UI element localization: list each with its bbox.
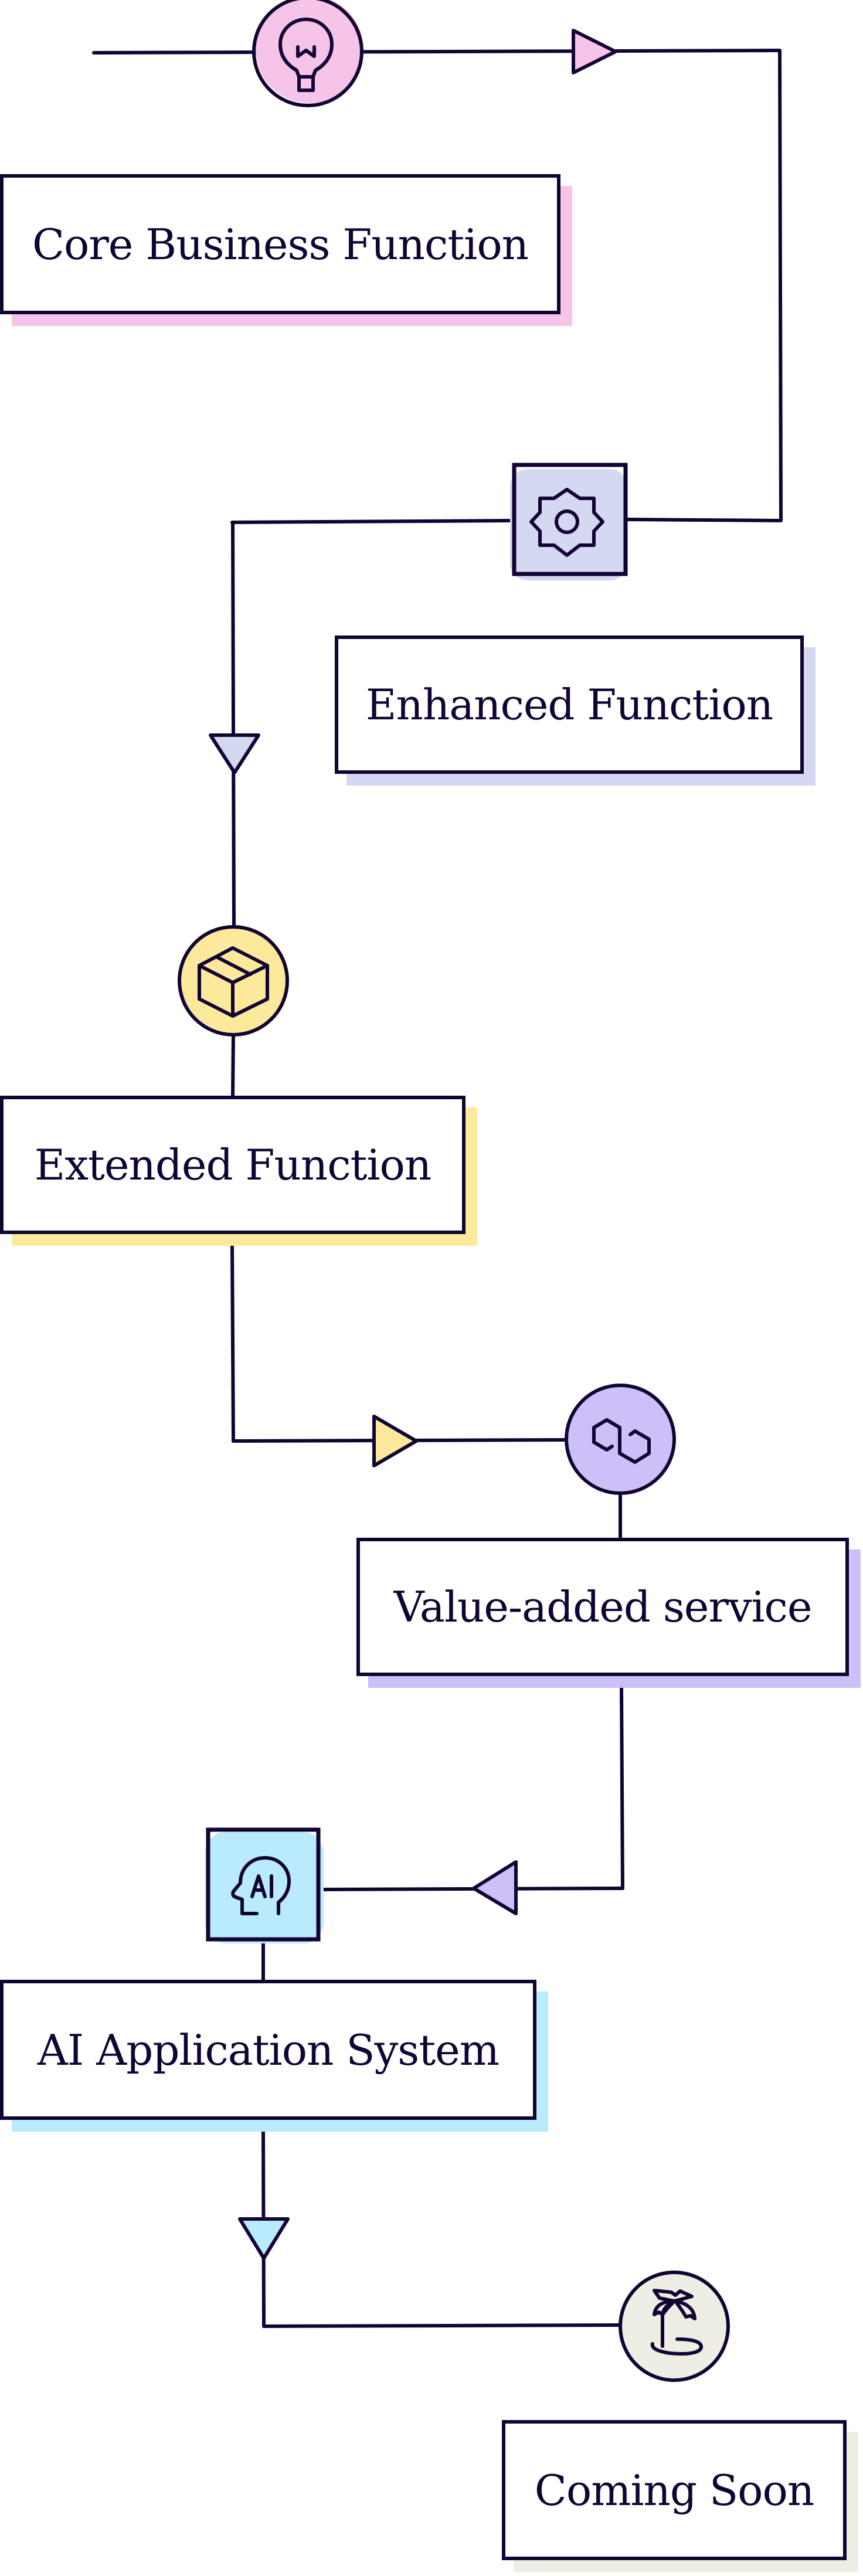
connector-ai-soon-right — [262, 2323, 622, 2328]
polygon-node — [565, 1384, 676, 1495]
step-box-enhanced-function[interactable]: Enhanced Function — [335, 635, 804, 774]
connector-value-ai-left — [317, 1887, 624, 1891]
package-node — [178, 925, 289, 1036]
connector-enhanced-extended-down — [231, 521, 236, 928]
arrow-down-enhanced-extended — [209, 733, 260, 774]
step-label: AI Application System — [37, 2025, 500, 2075]
step-box-extended-function[interactable]: Extended Function — [0, 1096, 466, 1234]
connector-enhanced-extended-top — [230, 519, 516, 524]
step-box-coming-soon[interactable]: Coming Soon — [502, 2420, 847, 2560]
connector-value-ai-down — [620, 1685, 624, 1890]
step-label: Value-added service — [393, 1582, 813, 1632]
flowchart-canvas — [92, 0, 783, 2382]
lightbulb-node — [252, 0, 363, 107]
connector-core-enhanced-top — [92, 49, 782, 55]
palm-node — [619, 2271, 730, 2382]
gear-node — [510, 463, 628, 580]
arrow-left-value-ai — [472, 1860, 518, 1915]
ai-node — [205, 1827, 324, 1943]
step-label: Extended Function — [34, 1140, 432, 1190]
arrow-right-extended-value — [372, 1415, 418, 1467]
connector-core-enhanced-right — [778, 50, 783, 522]
step-label: Core Business Function — [32, 219, 529, 269]
arrow-right-core-enhanced — [572, 29, 617, 74]
step-box-core-business-function[interactable]: Core Business Function — [0, 174, 560, 314]
step-box-value-added-service[interactable]: Value-added service — [356, 1538, 849, 1676]
step-box-ai-application-system[interactable]: AI Application System — [0, 1980, 536, 2120]
arrow-down-ai-soon — [238, 2217, 290, 2260]
step-label: Coming Soon — [534, 2465, 814, 2515]
connector-core-enhanced-bottom — [624, 518, 782, 522]
step-label: Enhanced Function — [365, 680, 773, 729]
connector-extended-value-down — [230, 1244, 235, 1443]
